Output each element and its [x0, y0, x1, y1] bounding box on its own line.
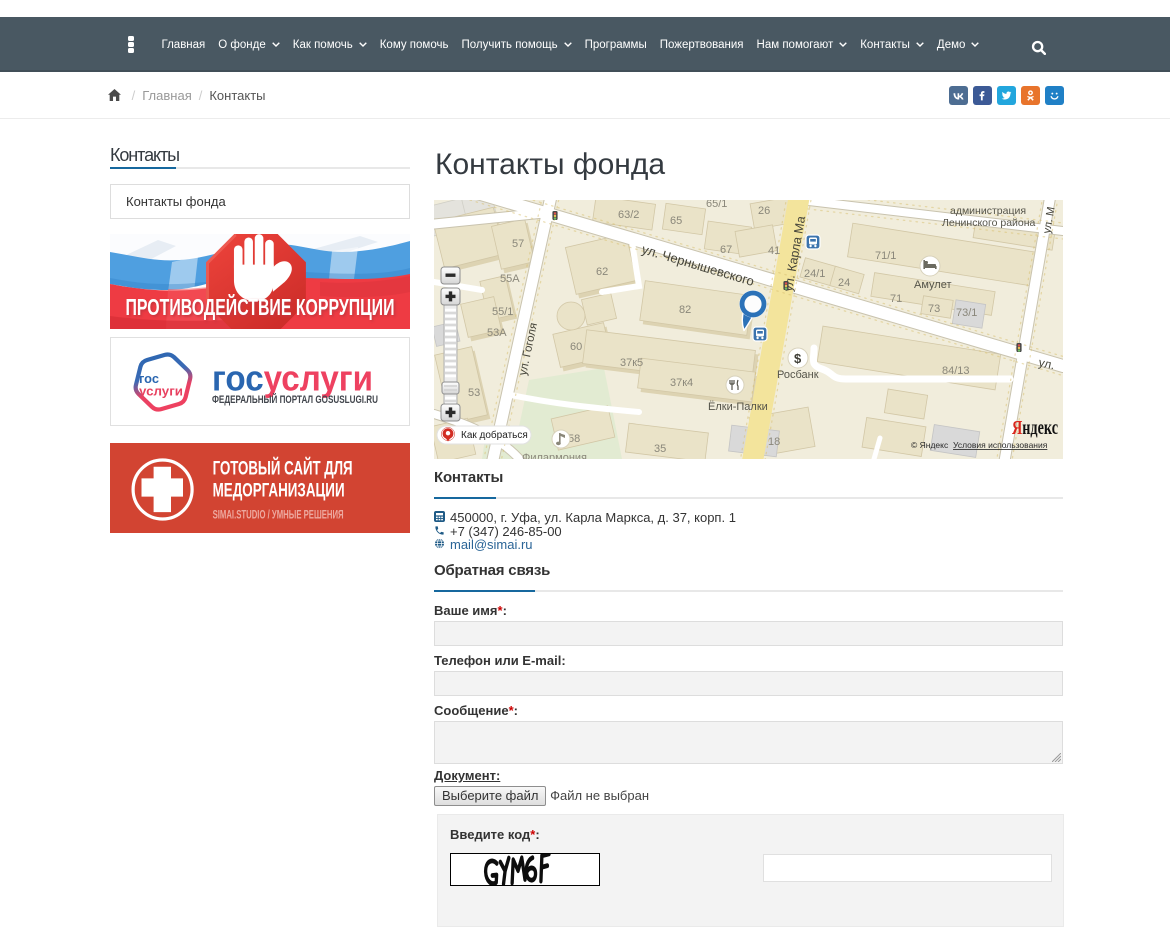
svg-text:73: 73: [928, 303, 940, 315]
svg-text:24: 24: [838, 277, 850, 289]
svg-text:SIMAI.STUDIO / УМНЫЕ РЕШЕНИЯ: SIMAI.STUDIO / УМНЫЕ РЕШЕНИЯ: [213, 510, 344, 522]
svg-text:53A: 53A: [487, 327, 507, 339]
svg-text:71/1: 71/1: [875, 250, 896, 262]
svg-text:Росбанк: Росбанк: [777, 369, 819, 381]
svg-text:60: 60: [570, 341, 582, 353]
svg-text:Яндекс: Яндекс: [1012, 417, 1058, 439]
svg-text:84/13: 84/13: [942, 365, 970, 377]
svg-text:82: 82: [679, 304, 691, 316]
svg-text:26: 26: [758, 205, 770, 217]
svg-text:55A: 55A: [500, 273, 520, 285]
svg-text:$: $: [794, 351, 802, 366]
svg-text:Как добраться: Как добраться: [461, 429, 528, 441]
svg-text:Амулет: Амулет: [914, 279, 952, 291]
svg-text:37к4: 37к4: [670, 377, 693, 389]
svg-text:Ленинского района: Ленинского района: [942, 217, 1036, 229]
svg-text:Ёлки-Палки: Ёлки-Палки: [708, 401, 768, 413]
svg-text:ПРОТИВОДЕЙСТВИЕ КОРРУПЦИИ: ПРОТИВОДЕЙСТВИЕ КОРРУПЦИИ: [126, 293, 395, 320]
svg-text:ФЕДЕРАЛЬНЫЙ ПОРТАЛ GOSUSLUGI.R: ФЕДЕРАЛЬНЫЙ ПОРТАЛ GOSUSLUGI.RU: [212, 393, 378, 406]
svg-text:71: 71: [890, 293, 902, 305]
svg-text:госуслуги: госуслуги: [212, 358, 373, 399]
svg-text:53: 53: [468, 387, 480, 399]
svg-text:73/1: 73/1: [956, 307, 977, 319]
svg-text:МЕДОРГАНИЗАЦИИ: МЕДОРГАНИЗАЦИИ: [213, 481, 345, 502]
svg-text:Филармония: Филармония: [522, 452, 587, 459]
svg-text:ГОТОВЫЙ САЙТ ДЛЯ: ГОТОВЫЙ САЙТ ДЛЯ: [213, 458, 353, 480]
svg-text:62: 62: [596, 266, 608, 278]
svg-text:65: 65: [670, 215, 682, 227]
svg-text:© Яндекс: © Яндекс: [911, 440, 949, 450]
svg-text:услуги: услуги: [139, 385, 183, 399]
svg-text:24/1: 24/1: [804, 268, 825, 280]
svg-text:65/1: 65/1: [706, 200, 727, 210]
svg-text:63/2: 63/2: [618, 209, 639, 221]
svg-text:35: 35: [654, 443, 666, 455]
svg-text:администрация: администрация: [950, 205, 1026, 217]
svg-text:67: 67: [720, 244, 732, 256]
svg-text:41: 41: [768, 245, 780, 257]
svg-text:55/1: 55/1: [492, 306, 513, 318]
svg-text:37к5: 37к5: [620, 357, 643, 369]
svg-text:Условия использования: Условия использования: [953, 440, 1048, 450]
svg-text:18: 18: [768, 436, 780, 448]
svg-text:57: 57: [512, 238, 524, 250]
